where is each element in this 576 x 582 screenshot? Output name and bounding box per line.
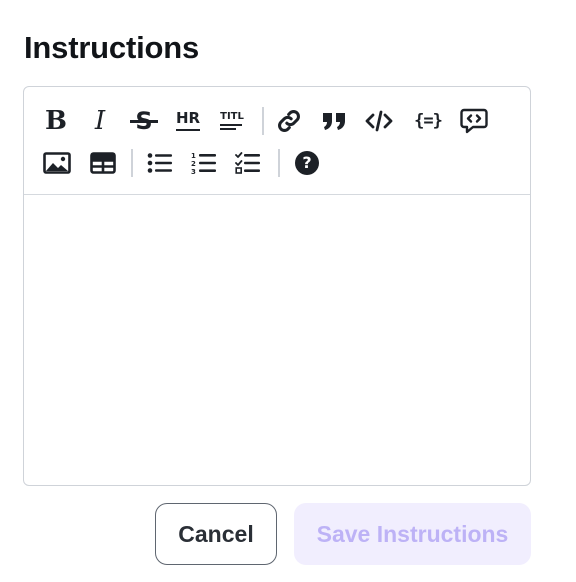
quote-button[interactable] [317, 104, 351, 138]
strikethrough-button[interactable]: S [127, 104, 161, 138]
checklist-button[interactable] [231, 146, 265, 180]
title-icon: TITL [220, 112, 244, 130]
image-button[interactable] [40, 146, 74, 180]
image-icon [43, 152, 71, 174]
embed-button[interactable] [457, 104, 491, 138]
variable-button[interactable]: {=} [411, 104, 445, 138]
variable-icon: {=} [414, 111, 443, 131]
editor-toolbar: B I S HR TITL {=} 1 2 3 ? [24, 87, 530, 195]
checklist-icon [235, 151, 261, 175]
svg-text:2: 2 [191, 160, 196, 168]
toolbar-separator [131, 149, 133, 177]
markdown-editor: B I S HR TITL {=} 1 2 3 ? [23, 86, 531, 486]
horizontal-rule-icon: HR [176, 110, 200, 132]
code-icon [365, 110, 393, 132]
svg-text:1: 1 [191, 152, 196, 160]
quote-icon [321, 109, 347, 133]
bullet-list-icon [147, 152, 173, 174]
page-title: Instructions [24, 30, 200, 65]
link-button[interactable] [272, 104, 306, 138]
svg-text:3: 3 [191, 168, 196, 175]
table-button[interactable] [86, 146, 120, 180]
bold-button[interactable]: B [39, 104, 73, 138]
embed-icon [460, 108, 488, 134]
italic-button[interactable]: I [83, 104, 117, 138]
instructions-textarea[interactable] [24, 195, 530, 485]
title-button[interactable]: TITL [215, 104, 249, 138]
numbered-list-button[interactable]: 1 2 3 [187, 146, 221, 180]
save-instructions-button[interactable]: Save Instructions [294, 503, 531, 565]
link-icon [276, 108, 302, 134]
bullet-list-button[interactable] [143, 146, 177, 180]
toolbar-separator [278, 149, 280, 177]
toolbar-separator [262, 107, 264, 135]
italic-icon: I [94, 106, 106, 136]
numbered-list-icon: 1 2 3 [191, 151, 217, 175]
horizontal-rule-button[interactable]: HR [171, 104, 205, 138]
bold-icon: B [45, 106, 67, 136]
table-icon [90, 152, 116, 174]
code-button[interactable] [362, 104, 396, 138]
strikethrough-icon: S [130, 108, 158, 134]
help-icon: ? [295, 151, 319, 175]
cancel-button[interactable]: Cancel [155, 503, 277, 565]
help-button[interactable]: ? [290, 146, 324, 180]
